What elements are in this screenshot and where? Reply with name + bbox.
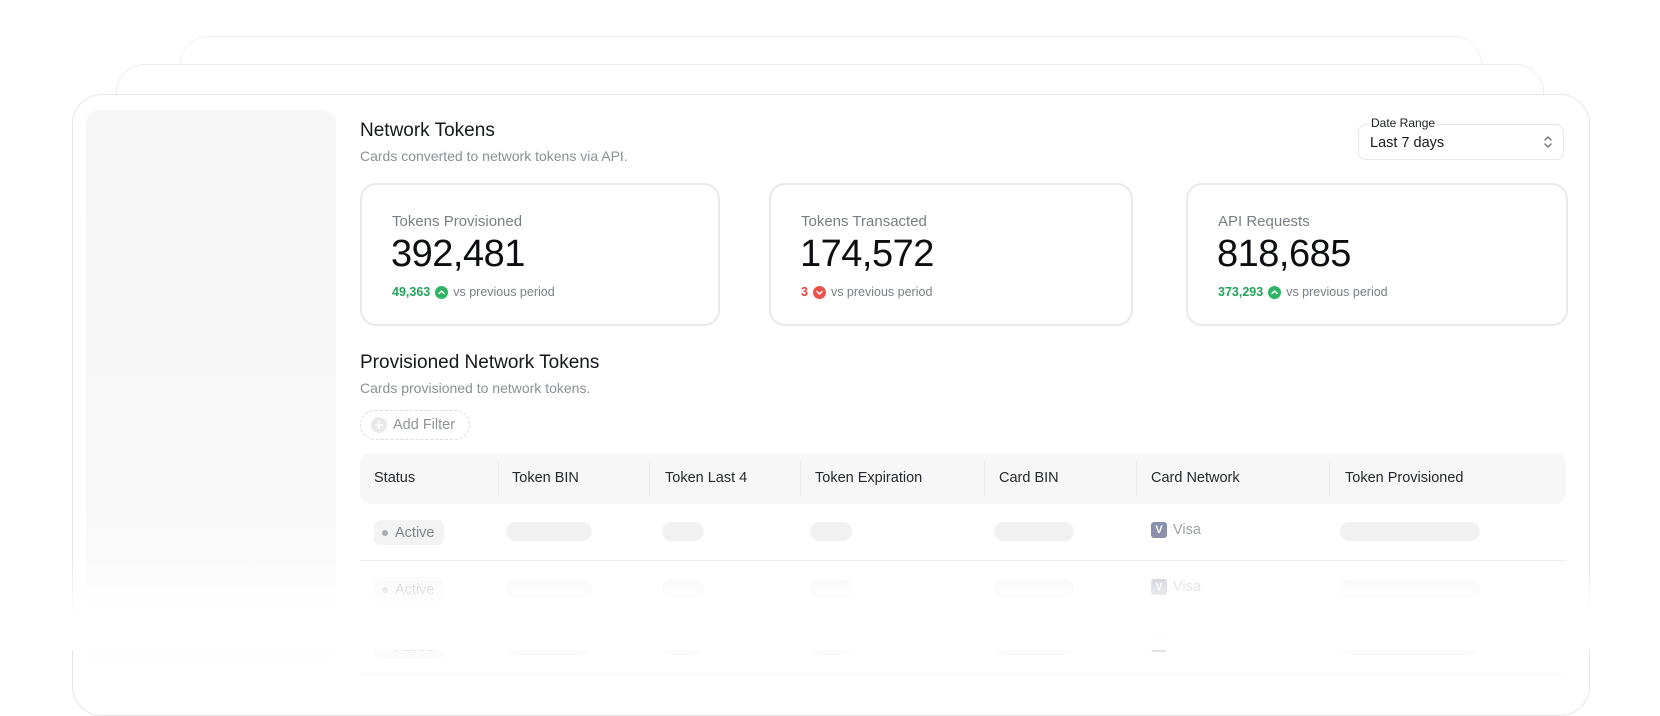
status-dot-icon (382, 586, 388, 593)
loading-placeholder (1340, 636, 1480, 655)
trend-up-icon (435, 285, 449, 299)
loading-placeholder (994, 636, 1074, 655)
column-divider (649, 461, 650, 496)
column-header-token-provisioned[interactable]: Token Provisioned (1345, 453, 1464, 504)
chevron-up-down-icon (1544, 136, 1552, 148)
main-content: Network Tokens Cards converted to networ… (360, 0, 1570, 675)
loading-placeholder (506, 579, 592, 598)
date-range-value: Last 7 days (1370, 135, 1445, 151)
stat-delta-value: 3 (801, 285, 808, 299)
date-range-select[interactable]: Date Range Last 7 days (1358, 116, 1564, 160)
stat-delta-comparison: vs previous period (453, 285, 555, 299)
card-network-label: Visa (1173, 579, 1201, 595)
stat-value: 174,572 (800, 233, 934, 275)
stat-delta-comparison: vs previous period (830, 285, 933, 299)
column-header-status[interactable]: Status (374, 453, 415, 504)
loading-placeholder (662, 522, 704, 541)
stat-value: 818,685 (1217, 233, 1351, 275)
column-divider (984, 461, 985, 496)
add-filter-label: Add Filter (393, 417, 456, 433)
status-label: Active (395, 581, 435, 598)
status-label: Active (395, 638, 435, 655)
column-header-card-network[interactable]: Card Network (1151, 453, 1240, 504)
page-title: Network Tokens (360, 120, 495, 141)
column-header-token-last-4[interactable]: Token Last 4 (665, 453, 747, 504)
stat-delta: 3 vs previous period (801, 285, 932, 299)
column-divider (800, 461, 801, 496)
loading-placeholder (662, 579, 704, 598)
card-network-label: Visa (1173, 522, 1201, 538)
card-network: V Visa (1151, 522, 1201, 538)
stat-label: Tokens Provisioned (392, 213, 523, 230)
trend-up-icon (1268, 285, 1282, 299)
visa-icon: V (1151, 579, 1167, 595)
loading-placeholder (1340, 579, 1480, 598)
page-subtitle: Cards converted to network tokens via AP… (360, 148, 628, 164)
stat-label: Tokens Transacted (801, 213, 927, 230)
loading-placeholder (994, 522, 1074, 541)
sidebar (86, 110, 336, 670)
stat-delta-comparison: vs previous period (1286, 285, 1388, 299)
stat-delta: 49,363 vs previous period (392, 285, 555, 299)
section-subtitle: Cards provisioned to network tokens. (360, 380, 591, 396)
table-row[interactable]: Active V Visa (360, 561, 1566, 618)
date-range-label: Date Range (1369, 116, 1438, 130)
column-divider (1329, 461, 1330, 496)
column-header-token-expiration[interactable]: Token Expiration (815, 453, 922, 504)
loading-placeholder (662, 636, 704, 655)
stat-label: API Requests (1218, 213, 1310, 230)
add-filter-button[interactable]: Add Filter (360, 410, 471, 440)
status-badge: Active (374, 520, 444, 545)
table-row[interactable]: Active V Visa (360, 618, 1566, 675)
stat-value: 392,481 (391, 233, 525, 275)
stat-delta-value: 49,363 (392, 285, 431, 299)
table-header: Status Token BIN Token Last 4 Token Expi… (360, 453, 1566, 504)
column-header-card-bin[interactable]: Card BIN (999, 453, 1059, 504)
loading-placeholder (506, 636, 592, 655)
loading-placeholder (810, 636, 852, 655)
column-header-token-bin[interactable]: Token BIN (512, 453, 579, 504)
column-divider (498, 461, 499, 496)
table-row[interactable]: Active V Visa (360, 504, 1566, 561)
status-badge: Active (374, 634, 444, 659)
trend-down-icon (812, 285, 826, 299)
loading-placeholder (506, 522, 592, 541)
status-dot-icon (382, 529, 388, 536)
loading-placeholder (1340, 522, 1480, 541)
section-title: Provisioned Network Tokens (360, 352, 600, 373)
plus-circle-icon (371, 417, 387, 433)
loading-placeholder (810, 522, 852, 541)
status-dot-icon (382, 643, 388, 650)
stat-card-tokens-transacted: Tokens Transacted 174,572 3 vs previous … (769, 183, 1133, 326)
loading-placeholder (810, 579, 852, 598)
loading-placeholder (994, 579, 1074, 598)
column-divider (1136, 461, 1137, 496)
stat-delta-value: 373,293 (1218, 285, 1264, 299)
card-network: V Visa (1151, 579, 1201, 595)
stat-card-tokens-provisioned: Tokens Provisioned 392,481 49,363 vs pre… (360, 183, 720, 326)
stat-card-api-requests: API Requests 818,685 373,293 vs previous… (1186, 183, 1568, 326)
visa-icon: V (1151, 522, 1167, 538)
status-badge: Active (374, 577, 444, 602)
stat-delta: 373,293 vs previous period (1218, 285, 1388, 299)
tokens-table: Status Token BIN Token Last 4 Token Expi… (360, 453, 1566, 675)
status-label: Active (395, 524, 435, 541)
